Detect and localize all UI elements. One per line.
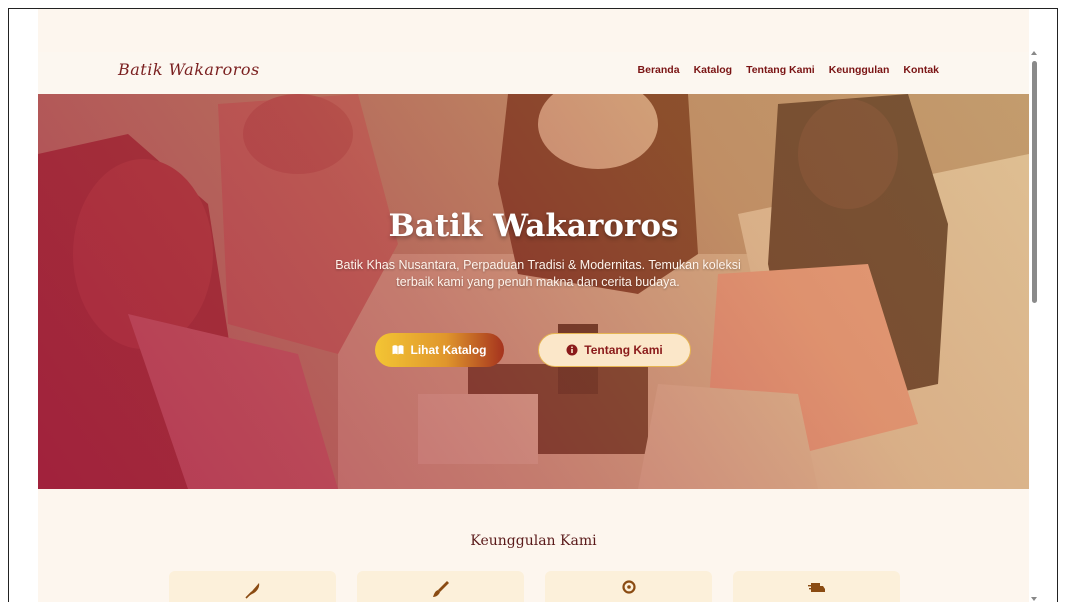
- feature-card: [357, 571, 524, 602]
- vertical-scrollbar[interactable]: [1030, 51, 1040, 602]
- navbar: Batik Wakaroros Beranda Katalog Tentang …: [38, 52, 1029, 94]
- scroll-down-arrow-icon[interactable]: [1031, 597, 1037, 601]
- lihat-katalog-label: Lihat Katalog: [410, 343, 487, 357]
- nav-links: Beranda Katalog Tentang Kami Keunggulan …: [638, 64, 939, 76]
- nav-link-beranda[interactable]: Beranda: [638, 64, 680, 76]
- feature-card: [733, 571, 900, 602]
- nav-link-kontak[interactable]: Kontak: [903, 64, 939, 76]
- hero-section: Batik Wakaroros Batik Khas Nusantara, Pe…: [38, 94, 1029, 489]
- nav-link-katalog[interactable]: Katalog: [694, 64, 733, 76]
- feature-card: [169, 571, 336, 602]
- brand-logo[interactable]: Batik Wakaroros: [118, 60, 260, 79]
- shipping-truck-icon: [808, 583, 825, 592]
- hero-content: Batik Wakaroros Batik Khas Nusantara, Pe…: [38, 94, 1029, 489]
- hero-subtitle: Batik Khas Nusantara, Perpaduan Tradisi …: [335, 258, 741, 289]
- feature-card: [545, 571, 712, 602]
- paintbrush-icon: [433, 581, 449, 597]
- scrollbar-thumb[interactable]: [1032, 61, 1037, 303]
- tentang-kami-label: Tentang Kami: [584, 343, 663, 357]
- feather-icon: [245, 583, 260, 599]
- browser-viewport: Batik Wakaroros Beranda Katalog Tentang …: [8, 8, 1058, 602]
- map-pin-icon: [622, 580, 636, 594]
- lihat-katalog-button[interactable]: Lihat Katalog: [375, 333, 504, 367]
- features-title: Keunggulan Kami: [470, 533, 597, 549]
- info-circle-icon: [566, 344, 578, 356]
- page: Batik Wakaroros Beranda Katalog Tentang …: [38, 9, 1029, 602]
- nav-link-tentang-kami[interactable]: Tentang Kami: [746, 64, 815, 76]
- scroll-up-arrow-icon[interactable]: [1031, 51, 1037, 55]
- tentang-kami-button[interactable]: Tentang Kami: [538, 333, 691, 367]
- hero-title: Batik Wakaroros: [388, 208, 679, 244]
- nav-link-keunggulan[interactable]: Keunggulan: [829, 64, 890, 76]
- book-open-icon: [392, 345, 404, 355]
